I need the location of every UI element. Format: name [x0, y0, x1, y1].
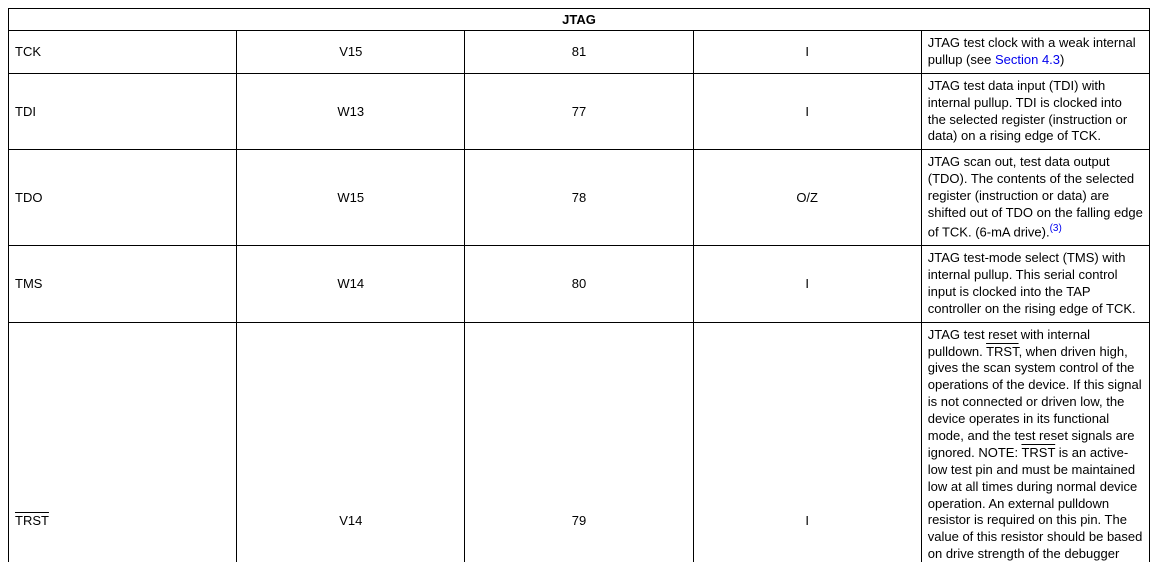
section-header-jtag: JTAG: [9, 9, 1150, 31]
pin-description: JTAG test clock with a weak internal pul…: [921, 31, 1149, 74]
desc-text-part: , when driven high, gives the scan syste…: [928, 344, 1142, 460]
pin-type: I: [693, 322, 921, 562]
pin-type: O/Z: [693, 150, 921, 246]
pin-name: TCK: [15, 44, 41, 59]
pin-description: JTAG test-mode select (TMS) with interna…: [921, 246, 1149, 323]
pin-name: TDI: [15, 104, 36, 119]
pin-pkg: W15: [237, 150, 465, 246]
pin-description: JTAG test data input (TDI) with internal…: [921, 73, 1149, 150]
table-row: TCK V15 81 I JTAG test clock with a weak…: [9, 31, 1150, 74]
pin-number: 77: [465, 73, 693, 150]
pin-name-cell: TDO: [9, 150, 237, 246]
pin-name-cell: TCK: [9, 31, 237, 74]
pin-name-cell: TDI: [9, 73, 237, 150]
pin-name: TMS: [15, 276, 42, 291]
pin-number: 79: [465, 322, 693, 562]
pin-name-cell: TMS: [9, 246, 237, 323]
section-reference-link[interactable]: Section 4.3: [995, 52, 1060, 67]
pin-pkg: V15: [237, 31, 465, 74]
pin-description: JTAG scan out, test data output (TDO). T…: [921, 150, 1149, 246]
pin-type: I: [693, 31, 921, 74]
section-header-jtag-text: JTAG: [9, 9, 1150, 31]
pin-number: 78: [465, 150, 693, 246]
footnote-link[interactable]: (3): [1050, 223, 1062, 234]
table-row: TRST V14 79 I JTAG test reset with inter…: [9, 322, 1150, 562]
pin-pkg: V14: [237, 322, 465, 562]
desc-text-part: is an active-low test pin and must be ma…: [928, 445, 1143, 562]
pin-number: 80: [465, 246, 693, 323]
pin-type: I: [693, 246, 921, 323]
signal-name-overline: TRST: [986, 344, 1019, 359]
pin-table: JTAG TCK V15 81 I JTAG test clock with a…: [8, 8, 1150, 562]
pin-name-cell: TRST: [9, 322, 237, 562]
desc-text-prefix: JTAG scan out, test data output (TDO). T…: [928, 154, 1143, 239]
table-row: TMS W14 80 I JTAG test-mode select (TMS)…: [9, 246, 1150, 323]
pin-name: TRST: [15, 513, 49, 528]
table-row: TDI W13 77 I JTAG test data input (TDI) …: [9, 73, 1150, 150]
desc-text-suffix: ): [1060, 52, 1064, 67]
table-row: TDO W15 78 O/Z JTAG scan out, test data …: [9, 150, 1150, 246]
pin-type: I: [693, 73, 921, 150]
pin-pkg: W14: [237, 246, 465, 323]
pin-number: 81: [465, 31, 693, 74]
pin-pkg: W13: [237, 73, 465, 150]
signal-name-overline: TRST: [1021, 445, 1055, 460]
pin-name: TDO: [15, 190, 42, 205]
pin-description: JTAG test reset with internal pulldown. …: [921, 322, 1149, 562]
